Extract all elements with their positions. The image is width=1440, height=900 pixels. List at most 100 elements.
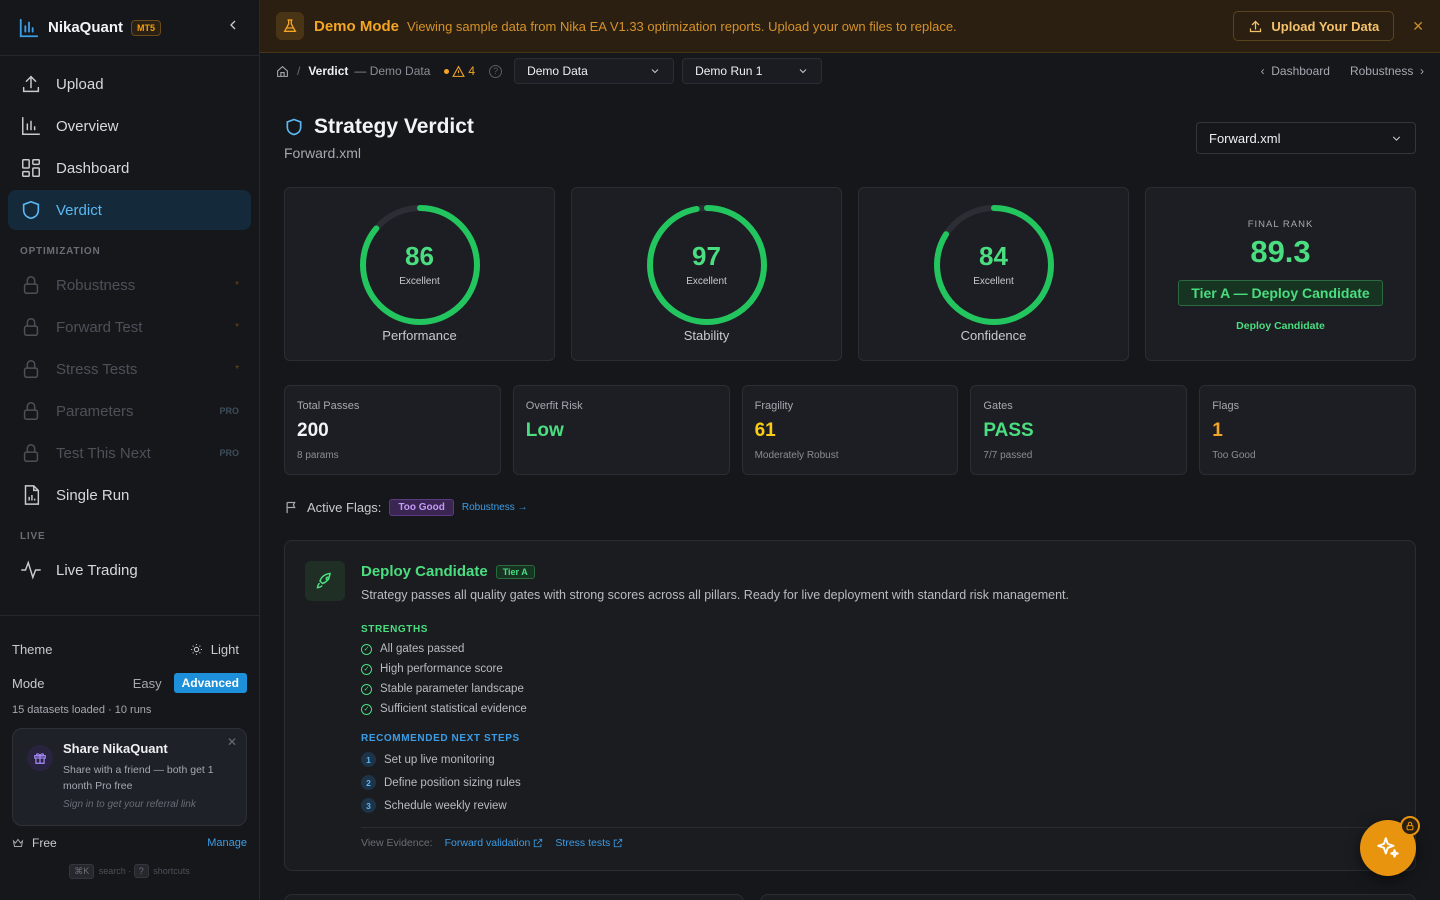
run-select[interactable]: Demo Run 1 <box>682 58 823 84</box>
referral-link-text[interactable]: Sign in to get your referral link <box>63 799 234 810</box>
sparkles-icon <box>1377 837 1399 858</box>
verdict-description: Strategy passes all quality gates with s… <box>361 588 1069 602</box>
file-select[interactable]: Forward.xml <box>1196 122 1416 154</box>
score-card-confidence: 84 Excellent Confidence <box>858 187 1129 361</box>
mode-easy-button[interactable]: Easy <box>133 676 162 691</box>
metric-sub: 8 params <box>297 450 339 461</box>
chevron-down-icon <box>651 69 659 74</box>
score-name: Confidence <box>960 328 1027 343</box>
activity-icon <box>21 560 41 580</box>
keyboard-hints: ⌘K search · ? shortcuts <box>12 864 247 879</box>
flag-tag-too-good[interactable]: Too Good <box>389 499 454 516</box>
page-header: Strategy Verdict Forward.xml <box>284 115 474 161</box>
theme-toggle-button[interactable]: Light <box>190 642 247 657</box>
score-rating: Excellent <box>973 276 1014 287</box>
share-card: Share NikaQuant Share with a friend — bo… <box>12 728 247 826</box>
metric-label: Flags <box>1212 400 1240 412</box>
page-title-text: Strategy Verdict <box>314 115 474 138</box>
sidebar-item-upload[interactable]: Upload <box>8 64 251 104</box>
section-title-optimization: OPTIMIZATION <box>20 246 101 257</box>
next-page-link[interactable]: Robustness › <box>1350 64 1424 78</box>
upload-icon <box>1250 20 1262 32</box>
lower-card <box>284 894 744 900</box>
plan-row: Free Manage <box>12 836 247 850</box>
sidebar-item-label: Verdict <box>56 201 102 219</box>
sidebar-item-stress-tests[interactable]: Stress Tests * <box>8 349 251 389</box>
sidebar-item-robustness[interactable]: Robustness * <box>8 265 251 305</box>
sun-icon <box>190 643 202 655</box>
metric-sub: Too Good <box>1212 450 1256 461</box>
step-item: 3 Schedule weekly review <box>361 798 1391 813</box>
page-navigation: ‹ Dashboard Robustness › <box>1261 64 1424 78</box>
upload-your-data-button[interactable]: Upload Your Data <box>1233 11 1395 41</box>
chevron-left-icon <box>230 20 236 30</box>
dashboard-icon <box>22 159 40 177</box>
datasets-status: 15 datasets loaded · 10 runs <box>12 704 152 716</box>
sidebar-item-forward-test[interactable]: Forward Test * <box>8 307 251 347</box>
home-icon[interactable] <box>276 65 289 78</box>
metric-overfit-risk: Overfit Risk Low <box>512 385 730 475</box>
dataset-select[interactable]: Demo Data <box>514 58 675 84</box>
evidence-footer: View Evidence: Forward validation Stress… <box>361 827 1391 849</box>
run-select-value: Demo Run 1 <box>695 64 763 78</box>
sidebar-item-label: Single Run <box>56 486 130 504</box>
sidebar-item-verdict[interactable]: Verdict <box>8 190 251 230</box>
sidebar-item-test-this-next[interactable]: Test This Next PRO <box>8 433 251 473</box>
collapse-sidebar-button[interactable] <box>225 17 241 38</box>
share-description: Share with a friend — both get 1 month P… <box>63 764 214 792</box>
upload-button-label: Upload Your Data <box>1271 18 1380 34</box>
mode-label: Mode <box>12 675 45 691</box>
metric-value: Low <box>525 420 564 441</box>
warnings-indicator[interactable]: 4 <box>444 64 475 78</box>
flag-icon <box>286 501 296 514</box>
star-marker: * <box>235 279 239 291</box>
close-icon[interactable]: ✕ <box>1412 18 1424 35</box>
help-icon[interactable]: ? <box>489 64 503 78</box>
metric-sub: Moderately Robust <box>754 450 839 461</box>
pro-badge: PRO <box>219 448 239 458</box>
strength-text: Sufficient statistical evidence <box>380 703 527 715</box>
score-name: Stability <box>683 328 730 343</box>
metric-fragility: Fragility 61 Moderately Robust <box>741 385 959 475</box>
metric-value: 1 <box>1212 420 1223 441</box>
verdict-title: Deploy Candidate Tier A <box>361 563 1391 580</box>
metric-value: 61 <box>754 420 776 441</box>
forward-validation-link[interactable]: Forward validation <box>445 837 544 849</box>
strength-item: ✓ High performance score <box>361 663 1391 675</box>
prev-page-label: Dashboard <box>1271 64 1330 78</box>
manage-plan-link[interactable]: Manage <box>207 837 247 849</box>
sidebar-item-parameters[interactable]: Parameters PRO <box>8 391 251 431</box>
check-icon: ✓ <box>361 643 372 655</box>
score-card-performance: 86 Excellent Performance <box>284 187 555 361</box>
step-text: Define position sizing rules <box>384 776 521 789</box>
prev-page-link[interactable]: ‹ Dashboard <box>1261 64 1330 78</box>
sidebar-item-label: Test This Next <box>56 444 151 462</box>
mode-advanced-button[interactable]: Advanced <box>173 673 247 693</box>
pro-badge: PRO <box>219 406 239 416</box>
strength-text: High performance score <box>380 663 503 675</box>
sidebar-item-overview[interactable]: Overview <box>8 106 251 146</box>
tier-badge: Tier A — Deploy Candidate <box>1178 280 1383 306</box>
shield-icon <box>286 118 302 136</box>
share-title: Share NikaQuant <box>63 741 168 756</box>
stress-tests-link[interactable]: Stress tests <box>555 837 623 849</box>
sidebar: NikaQuant MT5 Upload Overview Dashboard … <box>0 0 260 900</box>
sidebar-item-label: Parameters <box>56 402 134 420</box>
star-marker: * <box>235 363 239 375</box>
lock-icon <box>23 318 39 336</box>
page-subtitle: Forward.xml <box>284 145 362 161</box>
close-icon[interactable]: ✕ <box>227 735 237 749</box>
banner-message: Viewing sample data from Nika EA V1.33 o… <box>407 18 957 34</box>
page-title: Strategy Verdict <box>284 115 474 139</box>
breadcrumb: / Verdict — Demo Data <box>276 64 430 78</box>
lock-icon <box>23 444 39 462</box>
sidebar-item-label: Upload <box>56 75 104 93</box>
sidebar-item-dashboard[interactable]: Dashboard <box>8 148 251 188</box>
sidebar-item-live-trading[interactable]: Live Trading <box>8 550 251 590</box>
breadcrumb-context: — Demo Data <box>354 64 431 78</box>
search-hint: search <box>98 866 126 876</box>
demo-banner: Demo Mode Viewing sample data from Nika … <box>260 0 1440 53</box>
search-shortcut-key: ⌘K <box>69 864 95 879</box>
sidebar-item-single-run[interactable]: Single Run <box>8 475 251 515</box>
robustness-link[interactable]: Robustness → <box>462 502 528 513</box>
